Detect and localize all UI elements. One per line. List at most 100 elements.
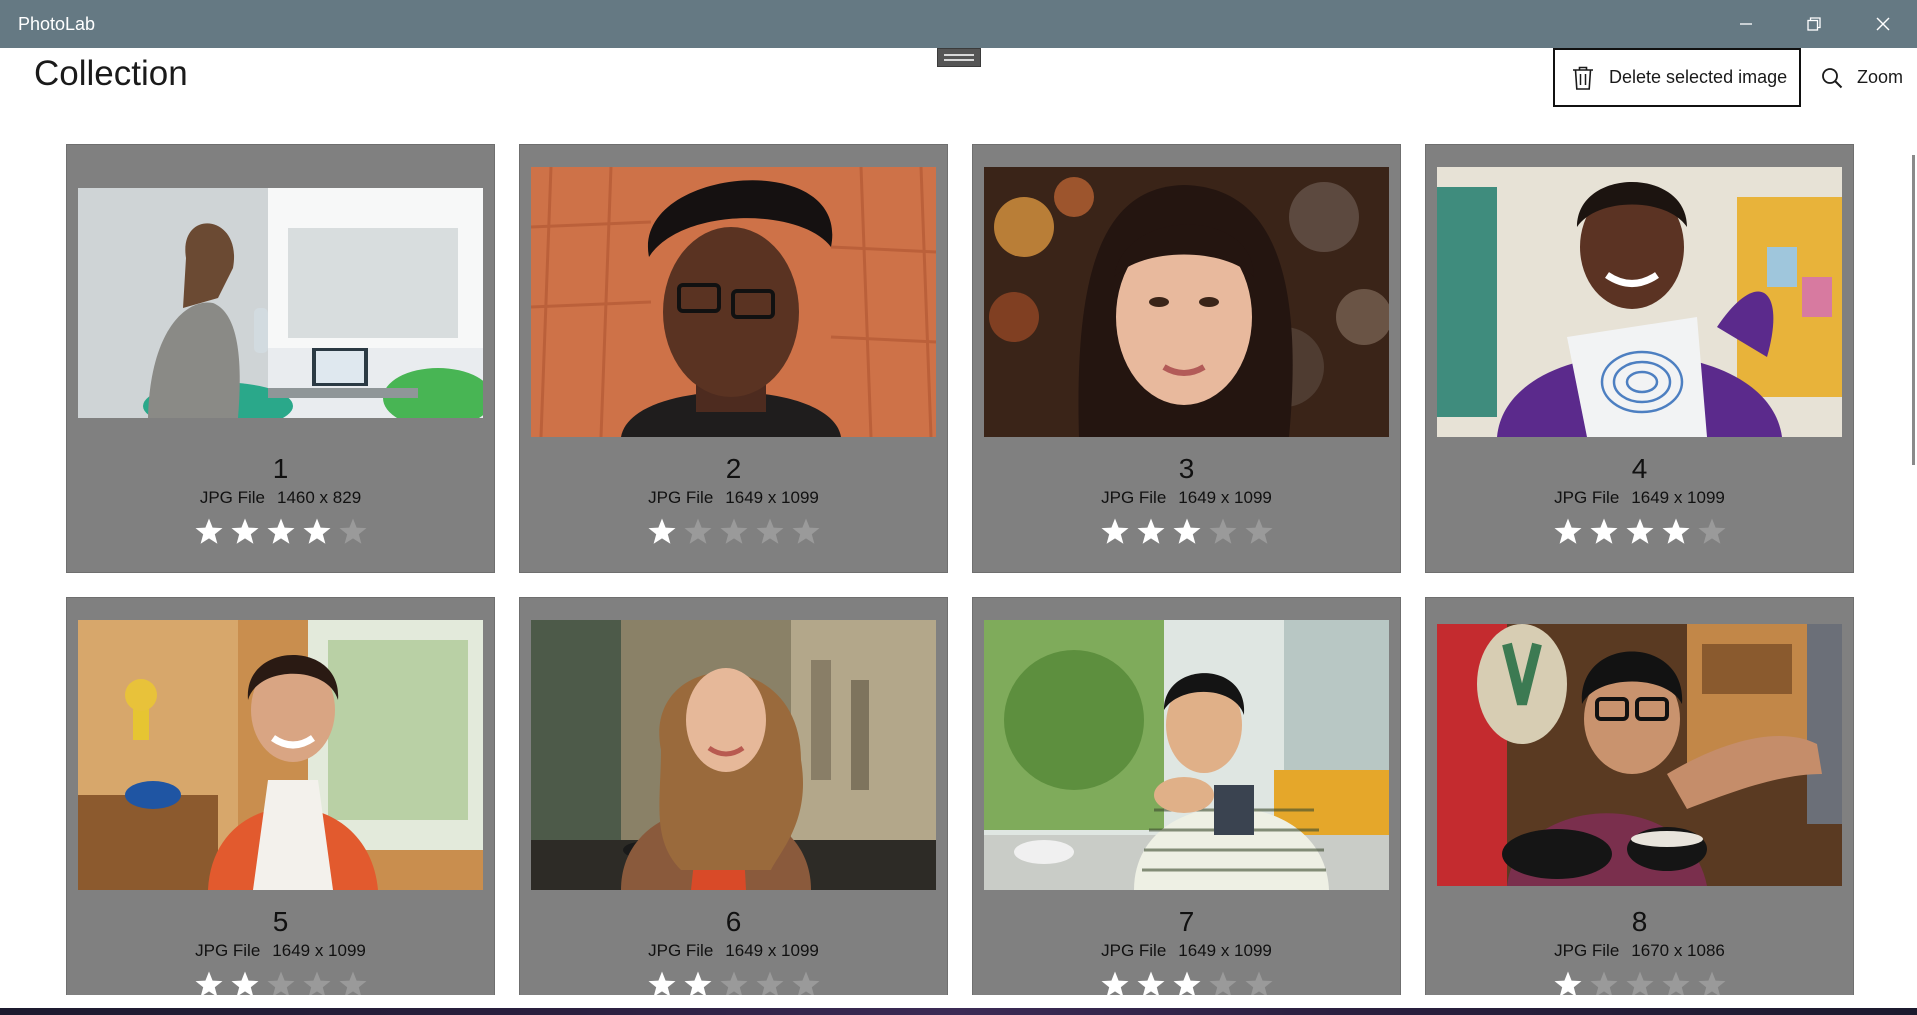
photo-number: 7 <box>1178 906 1195 937</box>
star-rating[interactable] <box>1426 517 1853 545</box>
vertical-scrollbar[interactable] <box>1912 155 1915 465</box>
photo-meta: JPG File 1670 x 1086 <box>1426 941 1853 961</box>
star-empty-icon[interactable] <box>338 970 368 995</box>
photo-card-1[interactable]: 1 JPG File 1460 x 829 <box>66 144 495 573</box>
photo-number: 5 <box>272 906 289 937</box>
pane-drag-handle[interactable] <box>937 48 981 67</box>
minimize-icon <box>1740 23 1752 25</box>
image-dimensions: 1649 x 1099 <box>725 941 819 960</box>
star-filled-icon[interactable] <box>230 970 260 995</box>
star-empty-icon[interactable] <box>791 517 821 545</box>
star-empty-icon[interactable] <box>1589 970 1619 995</box>
star-filled-icon[interactable] <box>647 517 677 545</box>
photo-thumbnail-7 <box>984 620 1389 890</box>
file-type: JPG File <box>1554 941 1620 960</box>
star-filled-icon[interactable] <box>647 970 677 995</box>
star-empty-icon[interactable] <box>302 970 332 995</box>
star-filled-icon[interactable] <box>230 517 260 545</box>
photo-meta: JPG File 1649 x 1099 <box>520 488 947 508</box>
star-empty-icon[interactable] <box>719 970 749 995</box>
close-button[interactable] <box>1849 0 1917 48</box>
star-rating[interactable] <box>67 517 494 545</box>
star-filled-icon[interactable] <box>194 970 224 995</box>
star-filled-icon[interactable] <box>1553 970 1583 995</box>
photo-number: 6 <box>725 906 742 937</box>
star-filled-icon[interactable] <box>1100 517 1130 545</box>
image-dimensions: 1670 x 1086 <box>1631 941 1725 960</box>
photo-number: 3 <box>1178 453 1195 484</box>
star-empty-icon[interactable] <box>683 517 713 545</box>
photo-card-2[interactable]: 2 JPG File 1649 x 1099 <box>519 144 948 573</box>
photo-card-5[interactable]: 5 JPG File 1649 x 1099 <box>66 597 495 995</box>
title-bar: PhotoLab <box>0 0 1917 48</box>
zoom-button[interactable]: Zoom <box>1815 48 1917 107</box>
star-filled-icon[interactable] <box>1172 970 1202 995</box>
star-empty-icon[interactable] <box>1208 970 1238 995</box>
photo-card-3[interactable]: 3 JPG File 1649 x 1099 <box>972 144 1401 573</box>
star-empty-icon[interactable] <box>1244 970 1274 995</box>
trash-icon <box>1573 66 1593 90</box>
star-filled-icon[interactable] <box>194 517 224 545</box>
star-filled-icon[interactable] <box>1136 517 1166 545</box>
star-filled-icon[interactable] <box>1661 517 1691 545</box>
star-rating[interactable] <box>973 970 1400 995</box>
star-rating[interactable] <box>1426 970 1853 995</box>
star-filled-icon[interactable] <box>1136 970 1166 995</box>
star-empty-icon[interactable] <box>338 517 368 545</box>
star-empty-icon[interactable] <box>266 970 296 995</box>
star-empty-icon[interactable] <box>1625 970 1655 995</box>
star-rating[interactable] <box>67 970 494 995</box>
star-empty-icon[interactable] <box>719 517 749 545</box>
handle-line <box>944 54 974 56</box>
page-title: Collection <box>34 54 188 93</box>
handle-line <box>944 59 974 61</box>
star-empty-icon[interactable] <box>791 970 821 995</box>
delete-selected-image-button[interactable]: Delete selected image <box>1553 48 1801 107</box>
file-type: JPG File <box>648 941 714 960</box>
image-dimensions: 1649 x 1099 <box>1178 941 1272 960</box>
star-filled-icon[interactable] <box>266 517 296 545</box>
file-type: JPG File <box>195 941 261 960</box>
star-filled-icon[interactable] <box>1589 517 1619 545</box>
star-empty-icon[interactable] <box>1697 517 1727 545</box>
image-dimensions: 1649 x 1099 <box>1631 488 1725 507</box>
star-empty-icon[interactable] <box>1697 970 1727 995</box>
photo-thumbnail-4 <box>1437 167 1842 437</box>
photo-number: 8 <box>1631 906 1648 937</box>
photo-card-8[interactable]: 8 JPG File 1670 x 1086 <box>1425 597 1854 995</box>
star-empty-icon[interactable] <box>1244 517 1274 545</box>
star-filled-icon[interactable] <box>1625 517 1655 545</box>
photo-thumbnail-2 <box>531 167 936 437</box>
star-rating[interactable] <box>973 517 1400 545</box>
image-dimensions: 1649 x 1099 <box>272 941 366 960</box>
photo-meta: JPG File 1649 x 1099 <box>67 941 494 961</box>
zoom-button-label: Zoom <box>1857 67 1904 87</box>
photo-card-7[interactable]: 7 JPG File 1649 x 1099 <box>972 597 1401 995</box>
file-type: JPG File <box>199 488 266 507</box>
star-empty-icon[interactable] <box>755 517 785 545</box>
star-filled-icon[interactable] <box>1172 517 1202 545</box>
taskbar-edge <box>0 1008 1917 1015</box>
photo-card-6[interactable]: 6 JPG File 1649 x 1099 <box>519 597 948 995</box>
minimize-button[interactable] <box>1712 0 1780 48</box>
star-filled-icon[interactable] <box>683 970 713 995</box>
photo-thumbnail-8 <box>1437 624 1842 886</box>
star-filled-icon[interactable] <box>302 517 332 545</box>
photo-meta: JPG File 1460 x 829 <box>67 488 494 508</box>
star-empty-icon[interactable] <box>1208 517 1238 545</box>
star-empty-icon[interactable] <box>755 970 785 995</box>
star-rating[interactable] <box>520 970 947 995</box>
photo-card-4[interactable]: 4 JPG File 1649 x 1099 <box>1425 144 1854 573</box>
photo-meta: JPG File 1649 x 1099 <box>1426 488 1853 508</box>
photo-number: 4 <box>1631 453 1648 484</box>
photo-gallery: 1 JPG File 1460 x 829 2 JPG File 1649 x … <box>0 0 1917 995</box>
photo-meta: JPG File 1649 x 1099 <box>973 941 1400 961</box>
photo-thumbnail-1 <box>78 188 483 418</box>
star-filled-icon[interactable] <box>1553 517 1583 545</box>
star-filled-icon[interactable] <box>1100 970 1130 995</box>
photo-meta: JPG File 1649 x 1099 <box>973 488 1400 508</box>
star-empty-icon[interactable] <box>1661 970 1691 995</box>
star-rating[interactable] <box>520 517 947 545</box>
restore-button[interactable] <box>1780 0 1848 48</box>
search-icon <box>1822 67 1843 88</box>
